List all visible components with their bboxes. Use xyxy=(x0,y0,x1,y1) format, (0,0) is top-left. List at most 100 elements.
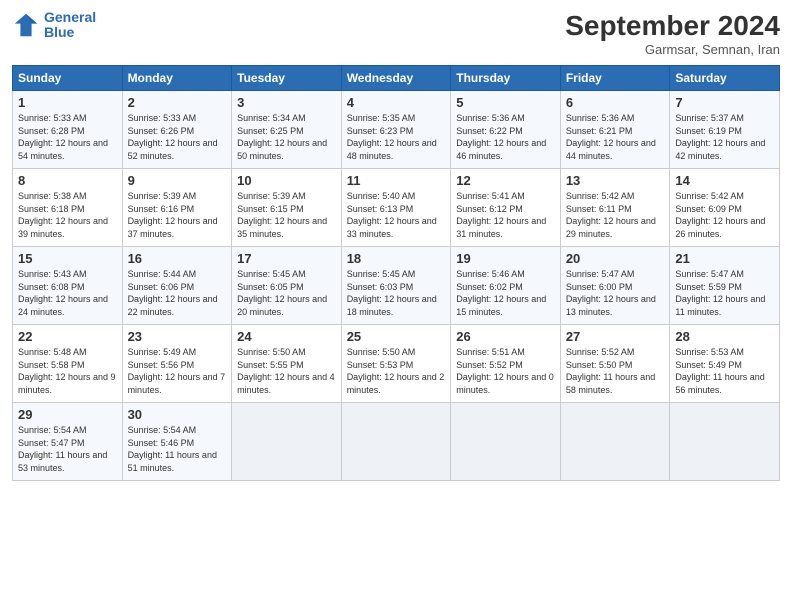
day-number: 4 xyxy=(347,95,446,110)
day-info: Sunrise: 5:50 AM Sunset: 5:55 PM Dayligh… xyxy=(237,346,336,396)
day-info: Sunrise: 5:43 AM Sunset: 6:08 PM Dayligh… xyxy=(18,268,117,318)
day-info: Sunrise: 5:52 AM Sunset: 5:50 PM Dayligh… xyxy=(566,346,665,396)
col-monday: Monday xyxy=(122,66,232,91)
day-number: 7 xyxy=(675,95,774,110)
table-row: 13Sunrise: 5:42 AM Sunset: 6:11 PM Dayli… xyxy=(560,169,670,247)
table-row: 4 Sunrise: 5:35 AM Sunset: 6:23 PM Daylig… xyxy=(341,91,451,169)
table-row: 20 Sunrise: 5:47 AM Sunset: 6:00 PM Dayli… xyxy=(560,247,670,325)
day-number: 2 xyxy=(128,95,227,110)
day-info: Sunrise: 5:36 AM Sunset: 6:22 PM Dayligh… xyxy=(456,112,555,162)
day-info: Sunrise: 5:39 AM Sunset: 6:16 PM Dayligh… xyxy=(128,190,227,240)
table-row: 12 Sunrise: 5:41 AM Sunset: 6:12 PM Dayli… xyxy=(451,169,561,247)
day-info: Sunrise: 5:33 AM Sunset: 6:28 PM Dayligh… xyxy=(18,112,117,162)
table-row: 11 Sunrise: 5:40 AM Sunset: 6:13 PM Dayli… xyxy=(341,169,451,247)
col-saturday: Saturday xyxy=(670,66,780,91)
day-info: Sunrise: 5:33 AM Sunset: 6:26 PM Dayligh… xyxy=(128,112,227,162)
day-info: Sunrise: 5:50 AM Sunset: 5:53 PM Dayligh… xyxy=(347,346,446,396)
table-row: 2 Sunrise: 5:33 AM Sunset: 6:26 PM Daylig… xyxy=(122,91,232,169)
table-row: 18Sunrise: 5:45 AM Sunset: 6:03 PM Dayli… xyxy=(341,247,451,325)
day-number: 10 xyxy=(237,173,336,188)
col-thursday: Thursday xyxy=(451,66,561,91)
day-info: Sunrise: 5:35 AM Sunset: 6:23 PM Dayligh… xyxy=(347,112,446,162)
day-info: Sunrise: 5:38 AM Sunset: 6:18 PM Dayligh… xyxy=(18,190,117,240)
table-row xyxy=(341,403,451,481)
day-number: 13 xyxy=(566,173,665,188)
day-info: Sunrise: 5:37 AM Sunset: 6:19 PM Dayligh… xyxy=(675,112,774,162)
day-number: 27 xyxy=(566,329,665,344)
day-number: 5 xyxy=(456,95,555,110)
table-row: 10 Sunrise: 5:39 AM Sunset: 6:15 PM Dayli… xyxy=(232,169,342,247)
day-info: Sunrise: 5:44 AM Sunset: 6:06 PM Dayligh… xyxy=(128,268,227,318)
calendar-week-row: 15Sunrise: 5:43 AM Sunset: 6:08 PM Dayli… xyxy=(13,247,780,325)
day-number: 28 xyxy=(675,329,774,344)
day-info: Sunrise: 5:54 AM Sunset: 5:46 PM Dayligh… xyxy=(128,424,227,474)
day-info: Sunrise: 5:39 AM Sunset: 6:15 PM Dayligh… xyxy=(237,190,336,240)
table-row xyxy=(451,403,561,481)
table-row: 21 Sunrise: 5:47 AM Sunset: 5:59 PM Dayli… xyxy=(670,247,780,325)
col-friday: Friday xyxy=(560,66,670,91)
day-info: Sunrise: 5:41 AM Sunset: 6:12 PM Dayligh… xyxy=(456,190,555,240)
day-number: 17 xyxy=(237,251,336,266)
table-row: 16 Sunrise: 5:44 AM Sunset: 6:06 PM Dayli… xyxy=(122,247,232,325)
table-row: 19 Sunrise: 5:46 AM Sunset: 6:02 PM Dayli… xyxy=(451,247,561,325)
table-row: 28 Sunrise: 5:53 AM Sunset: 5:49 PM Dayli… xyxy=(670,325,780,403)
table-row: 24 Sunrise: 5:50 AM Sunset: 5:55 PM Dayli… xyxy=(232,325,342,403)
calendar-week-row: 1 Sunrise: 5:33 AM Sunset: 6:28 PM Daylig… xyxy=(13,91,780,169)
table-row: 29 Sunrise: 5:54 AM Sunset: 5:47 PM Dayli… xyxy=(13,403,123,481)
day-info: Sunrise: 5:46 AM Sunset: 6:02 PM Dayligh… xyxy=(456,268,555,318)
table-row: 3 Sunrise: 5:34 AM Sunset: 6:25 PM Daylig… xyxy=(232,91,342,169)
table-row: 23Sunrise: 5:49 AM Sunset: 5:56 PM Dayli… xyxy=(122,325,232,403)
day-info: Sunrise: 5:54 AM Sunset: 5:47 PM Dayligh… xyxy=(18,424,117,474)
day-number: 26 xyxy=(456,329,555,344)
day-info: Sunrise: 5:40 AM Sunset: 6:13 PM Dayligh… xyxy=(347,190,446,240)
day-number: 21 xyxy=(675,251,774,266)
day-info: Sunrise: 5:51 AM Sunset: 5:52 PM Dayligh… xyxy=(456,346,555,396)
table-row: 15Sunrise: 5:43 AM Sunset: 6:08 PM Dayli… xyxy=(13,247,123,325)
table-row: 26 Sunrise: 5:51 AM Sunset: 5:52 PM Dayli… xyxy=(451,325,561,403)
day-number: 19 xyxy=(456,251,555,266)
table-row: 25 Sunrise: 5:50 AM Sunset: 5:53 PM Dayli… xyxy=(341,325,451,403)
table-row: 22Sunrise: 5:48 AM Sunset: 5:58 PM Dayli… xyxy=(13,325,123,403)
calendar-table: Sunday Monday Tuesday Wednesday Thursday… xyxy=(12,65,780,481)
day-info: Sunrise: 5:47 AM Sunset: 6:00 PM Dayligh… xyxy=(566,268,665,318)
table-row: 1 Sunrise: 5:33 AM Sunset: 6:28 PM Daylig… xyxy=(13,91,123,169)
day-number: 18 xyxy=(347,251,446,266)
day-info: Sunrise: 5:42 AM Sunset: 6:09 PM Dayligh… xyxy=(675,190,774,240)
day-number: 16 xyxy=(128,251,227,266)
day-number: 11 xyxy=(347,173,446,188)
table-row: 27 Sunrise: 5:52 AM Sunset: 5:50 PM Dayli… xyxy=(560,325,670,403)
table-row xyxy=(560,403,670,481)
table-row: 9 Sunrise: 5:39 AM Sunset: 6:16 PM Daylig… xyxy=(122,169,232,247)
table-row xyxy=(232,403,342,481)
day-number: 3 xyxy=(237,95,336,110)
day-number: 29 xyxy=(18,407,117,422)
day-number: 22 xyxy=(18,329,117,344)
day-info: Sunrise: 5:36 AM Sunset: 6:21 PM Dayligh… xyxy=(566,112,665,162)
day-info: Sunrise: 5:34 AM Sunset: 6:25 PM Dayligh… xyxy=(237,112,336,162)
calendar-week-row: 29 Sunrise: 5:54 AM Sunset: 5:47 PM Dayli… xyxy=(13,403,780,481)
header: General Blue September 2024 Garmsar, Sem… xyxy=(12,10,780,57)
day-number: 8 xyxy=(18,173,117,188)
col-sunday: Sunday xyxy=(13,66,123,91)
day-info: Sunrise: 5:47 AM Sunset: 5:59 PM Dayligh… xyxy=(675,268,774,318)
day-number: 1 xyxy=(18,95,117,110)
day-info: Sunrise: 5:45 AM Sunset: 6:05 PM Dayligh… xyxy=(237,268,336,318)
calendar-page: General Blue September 2024 Garmsar, Sem… xyxy=(0,0,792,612)
day-number: 25 xyxy=(347,329,446,344)
col-wednesday: Wednesday xyxy=(341,66,451,91)
calendar-header-row: Sunday Monday Tuesday Wednesday Thursday… xyxy=(13,66,780,91)
day-number: 20 xyxy=(566,251,665,266)
logo-text: General Blue xyxy=(44,10,96,41)
day-number: 24 xyxy=(237,329,336,344)
day-number: 9 xyxy=(128,173,227,188)
table-row: 7 Sunrise: 5:37 AM Sunset: 6:19 PM Daylig… xyxy=(670,91,780,169)
month-title: September 2024 xyxy=(565,10,780,42)
table-row: 30Sunrise: 5:54 AM Sunset: 5:46 PM Dayli… xyxy=(122,403,232,481)
day-info: Sunrise: 5:53 AM Sunset: 5:49 PM Dayligh… xyxy=(675,346,774,396)
location: Garmsar, Semnan, Iran xyxy=(565,42,780,57)
table-row: 6Sunrise: 5:36 AM Sunset: 6:21 PM Daylig… xyxy=(560,91,670,169)
table-row: 14Sunrise: 5:42 AM Sunset: 6:09 PM Dayli… xyxy=(670,169,780,247)
logo-icon xyxy=(12,11,40,39)
calendar-week-row: 22Sunrise: 5:48 AM Sunset: 5:58 PM Dayli… xyxy=(13,325,780,403)
day-number: 12 xyxy=(456,173,555,188)
